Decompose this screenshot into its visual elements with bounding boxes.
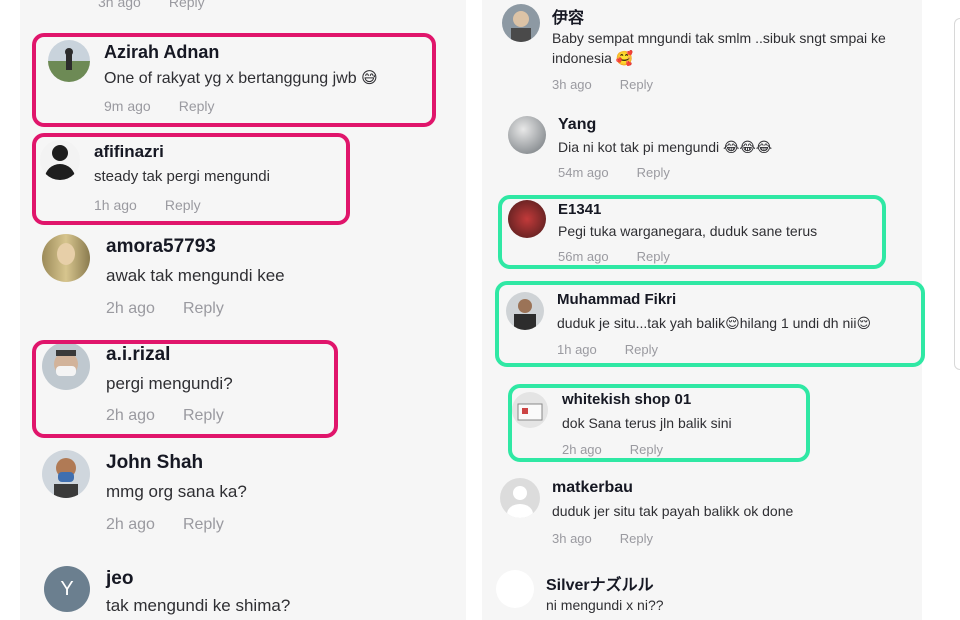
comment-meta: 2h ago Reply	[106, 516, 224, 534]
right-comment-panel: 伊容 Baby sempat mngundi tak smlm ..sibuk …	[482, 0, 922, 620]
comment-text: awak tak mengundi kee	[106, 266, 285, 285]
comment-time: 1h ago	[557, 342, 597, 357]
comment-username[interactable]: jeo	[106, 568, 133, 590]
comment-username[interactable]: afifinazri	[94, 142, 164, 162]
user-avatar[interactable]	[42, 450, 90, 498]
comment-username[interactable]: E1341	[558, 201, 601, 218]
comment-time: 2h ago	[562, 442, 602, 457]
person-photo-icon	[54, 350, 78, 376]
reply-button[interactable]: Reply	[183, 516, 224, 533]
comment-time: 2h ago	[106, 407, 155, 424]
user-avatar[interactable]	[502, 4, 540, 42]
user-avatar[interactable]	[40, 140, 80, 180]
reply-button[interactable]: Reply	[183, 300, 224, 317]
comment-text: pergi mengundi?	[106, 374, 233, 393]
user-avatar[interactable]	[500, 478, 540, 518]
comment-text: One of rakyat yg x bertanggung jwb 😅	[104, 70, 378, 87]
person-photo-icon	[65, 48, 73, 70]
comment-meta: 2h ago Reply	[106, 300, 224, 318]
comment-time: 54m ago	[558, 165, 609, 180]
comment-text: Dia ni kot tak pi mengundi 😂😂😂	[558, 139, 773, 155]
reply-button[interactable]: Reply	[165, 197, 201, 213]
shop-photo-icon	[517, 403, 543, 421]
user-avatar[interactable]	[42, 234, 90, 282]
reply-button[interactable]: Reply	[637, 165, 670, 180]
comment-username[interactable]: Azirah Adnan	[104, 42, 219, 63]
comment-text: mmg org sana ka?	[106, 482, 247, 501]
user-avatar[interactable]	[508, 116, 546, 154]
comment-time: 2h ago	[106, 300, 155, 317]
comment-username[interactable]: whitekish shop 01	[562, 391, 691, 408]
comment-time: 9m ago	[104, 98, 151, 114]
comment-meta: 3h ago Reply	[552, 531, 653, 546]
comment-text: Pegi tuka warganegara, duduk sane terus	[558, 223, 818, 239]
comment-username[interactable]: Yang	[558, 116, 596, 134]
comment-meta: 1h ago Reply	[557, 342, 658, 357]
reply-button[interactable]: Reply	[179, 98, 215, 114]
person-photo-icon	[45, 145, 75, 180]
comment-username[interactable]: 伊容	[552, 4, 584, 28]
comment-text: dok Sana terus jln balik sini	[562, 415, 732, 431]
default-avatar-icon	[507, 486, 533, 518]
comment-text-line2: indonesia 🥰	[552, 50, 634, 66]
person-photo-icon	[54, 458, 78, 498]
user-avatar[interactable]	[506, 292, 544, 330]
scrollbar[interactable]	[954, 18, 960, 370]
reply-button[interactable]: Reply	[169, 0, 205, 10]
user-avatar[interactable]	[42, 342, 90, 390]
comment-time: 3h ago	[98, 0, 141, 10]
comment-meta: 54m ago Reply	[558, 165, 670, 180]
user-avatar[interactable]	[48, 40, 90, 82]
reply-button[interactable]: Reply	[625, 342, 658, 357]
comment-username[interactable]: a.i.rizal	[106, 344, 170, 366]
comment-time: 1h ago	[94, 197, 137, 213]
comment-username[interactable]: amora57793	[106, 236, 216, 258]
comment-meta: 2h ago Reply	[562, 442, 663, 457]
comment-meta: 1h ago Reply	[94, 197, 201, 213]
comment-username[interactable]: Muhammad Fikri	[557, 291, 676, 308]
comment-text: duduk jer situ tak payah balikk ok done	[552, 503, 794, 519]
person-photo-icon	[57, 243, 75, 265]
comment-time: 56m ago	[558, 249, 609, 264]
reply-button[interactable]: Reply	[630, 442, 663, 457]
avatar-letter: Y	[60, 577, 74, 600]
person-photo-icon	[514, 299, 536, 330]
user-avatar[interactable]	[496, 570, 534, 608]
comment-text: ni mengundi x ni??	[546, 597, 664, 613]
comment-meta: 56m ago Reply	[558, 249, 670, 264]
user-avatar[interactable]	[512, 392, 548, 428]
left-comment-panel: 3h ago Reply Azirah Adnan One of rakyat y…	[20, 0, 466, 620]
comment-meta: 3h ago Reply	[552, 77, 653, 92]
comment-text: tak mengundi ke shima?	[106, 596, 291, 615]
reply-button[interactable]: Reply	[620, 531, 653, 546]
reply-button[interactable]: Reply	[637, 249, 670, 264]
comment-username[interactable]: Silverナズルル	[546, 571, 654, 595]
comment-time: 3h ago	[552, 531, 592, 546]
comment-time: 3h ago	[552, 77, 592, 92]
comment-text: steady tak pergi mengundi	[94, 168, 270, 185]
comment-meta: 9m ago Reply	[104, 98, 215, 114]
comment-username[interactable]: John Shah	[106, 452, 203, 474]
comment-meta: 2h ago Reply	[106, 407, 224, 425]
comment-text-line1: Baby sempat mngundi tak smlm ..sibuk sng…	[552, 30, 886, 46]
user-avatar[interactable]: Y	[44, 566, 90, 612]
comment-time: 2h ago	[106, 516, 155, 533]
comment-text: duduk je situ...tak yah balik😌hilang 1 u…	[557, 315, 872, 331]
reply-button[interactable]: Reply	[183, 407, 224, 424]
user-avatar[interactable]	[508, 200, 546, 238]
comment-meta: 3h ago Reply	[98, 0, 205, 10]
reply-button[interactable]: Reply	[620, 77, 653, 92]
comment-username[interactable]: matkerbau	[552, 479, 633, 497]
person-photo-icon	[511, 11, 531, 42]
